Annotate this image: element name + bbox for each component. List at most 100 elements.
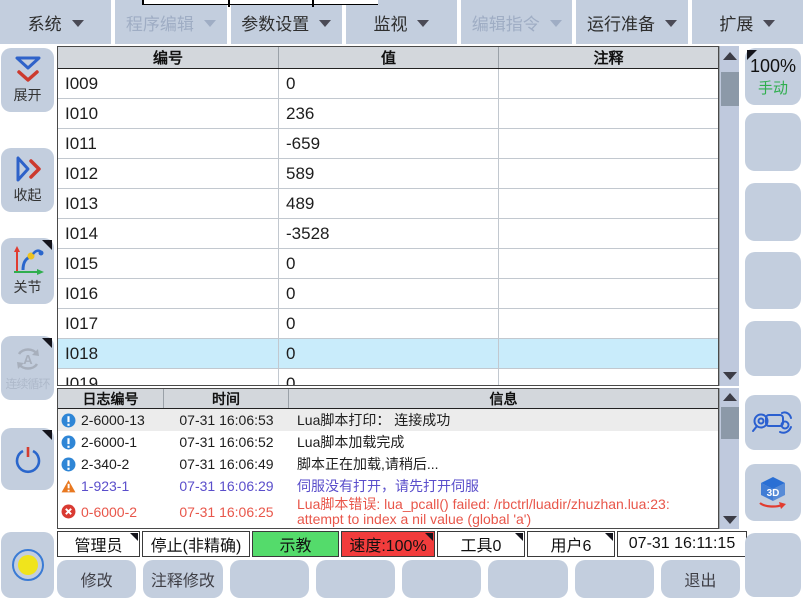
io-comment	[499, 309, 718, 338]
table-row[interactable]: I014 -3528	[58, 219, 718, 249]
scroll-up-icon[interactable]	[720, 389, 740, 405]
collapse-button-label: 收起	[13, 187, 42, 203]
log-message: Lua脚本打印： 连接成功	[289, 526, 718, 528]
table-row[interactable]: I016 0	[58, 279, 718, 309]
scrollbar-thumb[interactable]	[721, 407, 739, 439]
log-row[interactable]: 2-6000-1 07-31 16:06:52 Lua脚本加载完成	[58, 431, 718, 453]
io-comment	[499, 69, 718, 98]
log-id: 0-6000-2	[81, 503, 138, 520]
io-id: I012	[58, 159, 279, 188]
io-value-table: 编号 值 注释 I009 0 I010 236 I011 -659 I012 5…	[57, 46, 719, 386]
table-row[interactable]: I013 489	[58, 189, 718, 219]
status-run-state: 停止(非精确)	[142, 531, 250, 557]
expand-down-icon	[13, 55, 43, 83]
table-row[interactable]: I012 589	[58, 159, 718, 189]
io-value: 0	[279, 369, 499, 385]
menu-item-label: 监视	[373, 14, 408, 34]
log-scrollbar[interactable]	[719, 388, 739, 529]
footer-button-empty-2[interactable]	[315, 560, 395, 598]
table-row[interactable]: I017 0	[58, 309, 718, 339]
status-user-frame[interactable]: 用户6	[527, 531, 615, 557]
footer-button-row: 修改 注释修改 退出	[57, 560, 740, 598]
log-message: Lua脚本打印： 连接成功	[297, 411, 451, 428]
teach-pendant-icon	[751, 405, 795, 441]
speed-mode-button[interactable]: 100% 手动	[745, 48, 801, 105]
status-user-level[interactable]: 管理员	[57, 531, 140, 557]
io-table-scrollbar[interactable]	[719, 46, 739, 386]
footer-button-empty-4[interactable]	[488, 560, 568, 598]
status-datetime: 07-31 16:11:15	[617, 531, 747, 557]
io-id: I016	[58, 279, 279, 308]
right-panel-button-2[interactable]	[745, 113, 801, 171]
right-panel-button-4[interactable]	[745, 252, 801, 309]
log-row[interactable]: 0-6000-2 07-31 16:06:25 Lua脚本错误: lua_pca…	[58, 497, 718, 527]
menu-item-label: 扩展	[719, 14, 754, 34]
table-row[interactable]: I019 0	[58, 369, 718, 385]
3d-view-button[interactable]: 3D	[745, 464, 801, 521]
info-icon	[61, 435, 76, 450]
io-comment	[499, 249, 718, 278]
exit-button[interactable]: 退出	[660, 560, 740, 598]
scroll-up-icon[interactable]	[720, 48, 740, 64]
menu-item-system[interactable]: 系统	[0, 0, 112, 44]
modify-button[interactable]: 修改	[57, 560, 137, 598]
io-id: I015	[58, 249, 279, 278]
chevron-down-icon	[203, 19, 216, 27]
3d-view-icon: 3D	[754, 475, 792, 511]
io-comment	[499, 339, 718, 368]
joint-robot-icon	[11, 245, 45, 275]
status-teach-mode-badge: 示教	[252, 531, 339, 557]
table-row[interactable]: I015 0	[58, 249, 718, 279]
bottom-right-button[interactable]	[745, 533, 801, 597]
log-time: 07-31 16:06:11	[164, 526, 289, 528]
log-time: 07-31 16:06:53	[179, 412, 274, 428]
io-value: 589	[279, 159, 499, 188]
chevron-down-icon	[549, 19, 562, 27]
error-icon	[61, 504, 76, 519]
io-value: 0	[279, 279, 499, 308]
table-row[interactable]: I010 236	[58, 99, 718, 129]
log-row[interactable]: 2-340-2 07-31 16:06:49 脚本正在加载,请稍后...	[58, 453, 718, 475]
status-speed-badge[interactable]: 速度:100%	[341, 531, 435, 557]
right-panel-button-3[interactable]	[745, 183, 801, 241]
log-row[interactable]: 2-6000-13 07-31 16:06:53 Lua脚本打印： 连接成功	[58, 409, 718, 431]
menu-item-parameter-settings[interactable]: 参数设置	[230, 0, 342, 44]
teach-pendant-button[interactable]	[745, 395, 801, 450]
joint-button-label: 关节	[13, 279, 42, 295]
scrollbar-thumb[interactable]	[721, 72, 739, 106]
collapse-button[interactable]: 收起	[1, 148, 54, 212]
svg-text:3D: 3D	[767, 488, 780, 499]
comment-modify-button[interactable]: 注释修改	[143, 560, 223, 598]
table-row[interactable]: I018 0	[58, 339, 718, 369]
log-time: 07-31 16:06:49	[179, 456, 274, 472]
scroll-down-icon[interactable]	[720, 368, 740, 384]
table-row[interactable]: I011 -659	[58, 129, 718, 159]
power-icon	[12, 443, 44, 475]
footer-button-empty-3[interactable]	[402, 560, 482, 598]
joint-coordinate-button[interactable]: 关节	[1, 238, 54, 304]
servo-power-button[interactable]	[1, 428, 54, 490]
io-value: 489	[279, 189, 499, 218]
menu-item-label: 系统	[27, 14, 62, 34]
io-table-body: I009 0 I010 236 I011 -659 I012 589 I013 …	[58, 69, 718, 385]
footer-button-empty-1[interactable]	[229, 560, 309, 598]
footer-button-empty-5[interactable]	[574, 560, 654, 598]
right-panel-button-5[interactable]	[745, 321, 801, 376]
log-id: 2-6000-1	[81, 434, 138, 450]
manual-mode-label: 手动	[757, 79, 788, 97]
menu-item-extend[interactable]: 扩展	[691, 0, 803, 44]
log-row[interactable]: 1-923-1 07-31 16:06:29 伺服没有打开，请先打开伺服	[58, 475, 718, 497]
menu-item-run-prepare[interactable]: 运行准备	[576, 0, 688, 44]
table-row[interactable]: I009 0	[58, 69, 718, 99]
scroll-down-icon[interactable]	[720, 512, 740, 528]
menu-item-monitor[interactable]: 监视	[345, 0, 458, 44]
log-row[interactable]: 2-6000-13 07-31 16:06:11 Lua脚本打印： 连接成功	[58, 526, 718, 528]
servo-indicator-icon	[9, 546, 47, 584]
menu-bar: 系统 程序编辑 参数设置 监视 编辑指令 运行准备 扩展	[0, 0, 803, 44]
servo-status-button[interactable]	[1, 532, 54, 598]
chevron-down-icon	[417, 19, 430, 27]
io-comment	[499, 99, 718, 128]
status-tool-frame[interactable]: 工具0	[437, 531, 525, 557]
info-icon	[61, 413, 76, 428]
expand-button[interactable]: 展开	[1, 48, 54, 112]
